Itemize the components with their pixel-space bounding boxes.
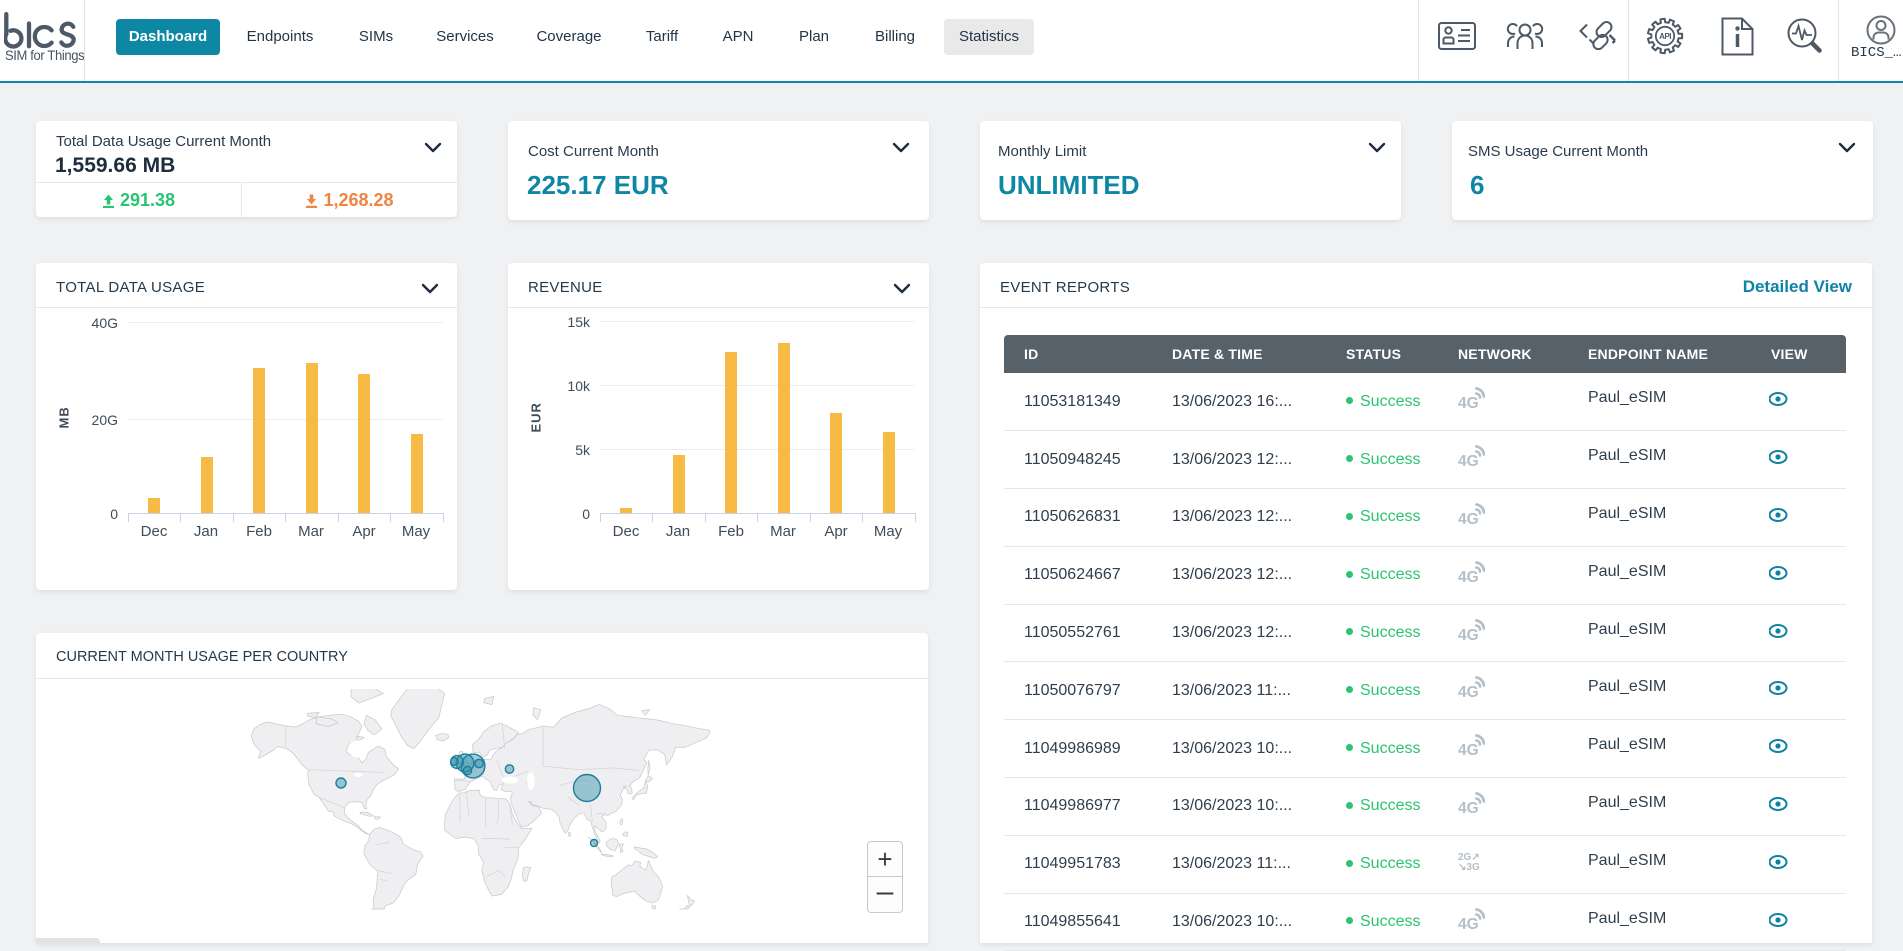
svg-text:API: API <box>1659 32 1671 41</box>
svg-text:4G: 4G <box>1458 511 1479 527</box>
svg-text:4G: 4G <box>1458 742 1479 758</box>
svg-text:4G: 4G <box>1458 684 1479 700</box>
svg-text:4G: 4G <box>1458 569 1479 585</box>
svg-text:4G: 4G <box>1458 800 1479 816</box>
svg-text:4G: 4G <box>1458 395 1479 411</box>
svg-text:4G: 4G <box>1458 453 1479 469</box>
svg-text:4G: 4G <box>1458 916 1479 932</box>
svg-text:4G: 4G <box>1458 627 1479 643</box>
